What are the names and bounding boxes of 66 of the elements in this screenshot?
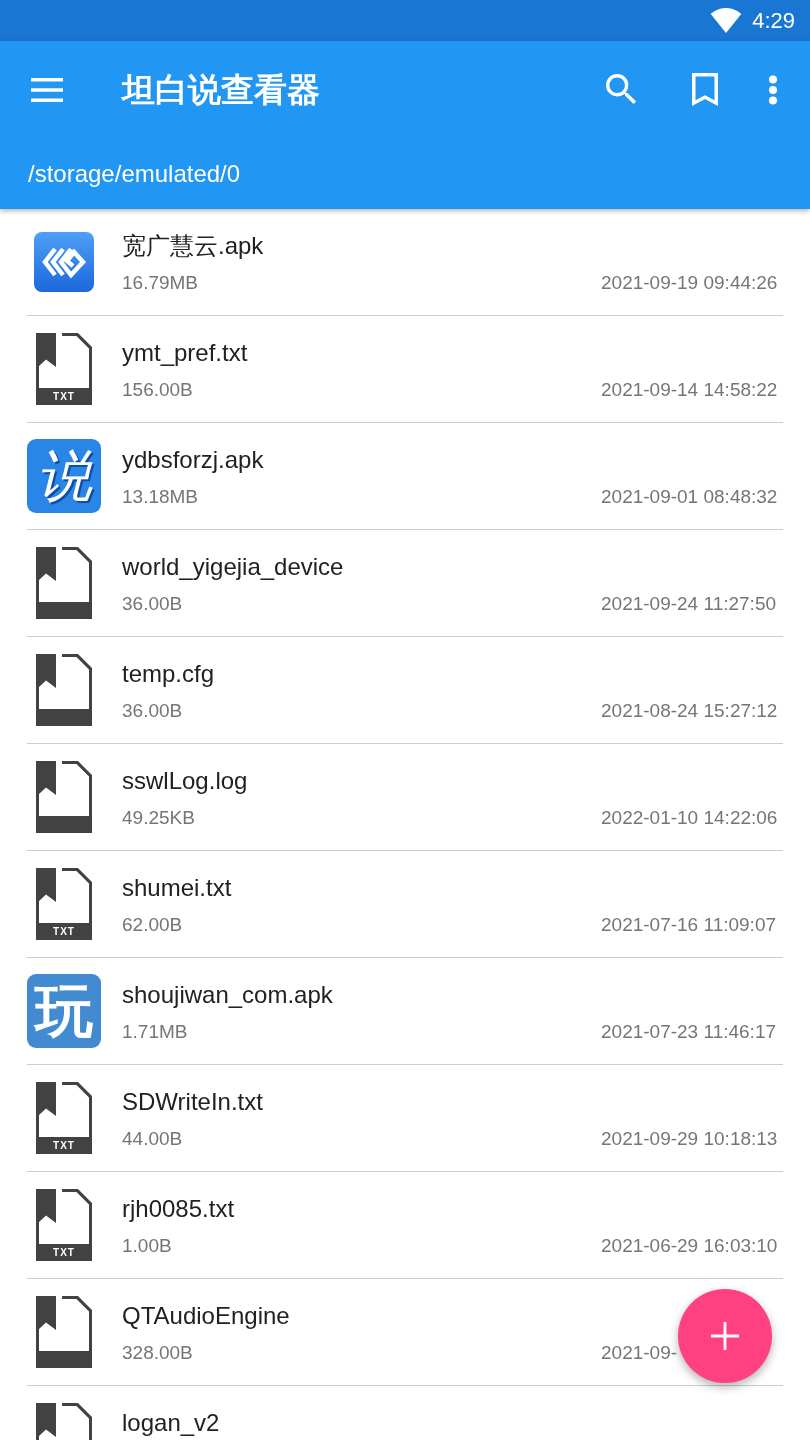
- file-size: 156.00B: [122, 378, 193, 402]
- file-size: 1.71MB: [122, 1020, 188, 1044]
- file-size: 36.00B: [122, 592, 183, 616]
- file-size: 16.79MB: [122, 271, 199, 295]
- file-name: world_yigejia_device: [122, 552, 344, 582]
- plus-icon: [711, 1322, 739, 1350]
- file-type-label: TXT: [53, 1139, 75, 1152]
- file-date: 2022-01-10 14:22:06: [601, 806, 778, 830]
- file-list-item[interactable]: TXT SDWriteIn.txt 44.00B 2021-09-29 10:18:13: [27, 1065, 783, 1172]
- file-size: 49.25KB: [122, 806, 195, 830]
- file-date: 2021-07-23 11:46:17: [601, 1020, 777, 1044]
- file-list-item[interactable]: temp.cfg 36.00B 2021-08-24 15:27:12: [27, 637, 783, 744]
- app-title: 坦白说查看器: [122, 69, 320, 110]
- file-list-item[interactable]: TXT rjh0085.txt 1.00B 2021-06-29 16:03:10: [27, 1172, 783, 1279]
- file-list-item[interactable]: logan_v2: [27, 1386, 783, 1440]
- file-name: shoujiwan_com.apk: [122, 980, 333, 1010]
- file-date: 2021-07-16 11:09:07: [601, 913, 777, 937]
- file-date: 2021-09-24 11:27:50: [601, 592, 777, 616]
- file-type-label: TXT: [53, 925, 75, 938]
- file-list-item[interactable]: world_yigejia_device 36.00B 2021-09-24 11:27:50: [27, 530, 783, 637]
- file-list-item[interactable]: TXT shumei.txt 62.00B 2021-07-16 11:09:07: [27, 851, 783, 958]
- file-icon: [36, 654, 92, 726]
- status-time: 4:29: [752, 7, 795, 34]
- file-name: sswlLog.log: [122, 766, 248, 796]
- search-icon[interactable]: [606, 74, 637, 105]
- bookmark-icon[interactable]: [692, 73, 718, 106]
- file-date: 2021-06-29 16:03:10: [601, 1234, 778, 1258]
- more-options-icon[interactable]: [768, 74, 778, 105]
- app-icon-glyph: 玩: [35, 982, 93, 1040]
- app-icon-glyph: 说: [36, 448, 92, 504]
- file-size: 328.00B: [122, 1341, 193, 1365]
- file-name: shumei.txt: [122, 873, 232, 903]
- file-date: 2021-08-24 15:27:12: [601, 699, 778, 723]
- file-name: QTAudioEngine: [122, 1301, 290, 1331]
- file-date: 2021-09-: [601, 1341, 678, 1365]
- file-size: 1.00B: [122, 1234, 172, 1258]
- file-icon: [36, 547, 92, 619]
- file-list-item[interactable]: 宽广慧云.apk 16.79MB 2021-09-19 09:44:26: [27, 209, 783, 316]
- file-size: 13.18MB: [122, 485, 199, 509]
- file-name: ymt_pref.txt: [122, 338, 248, 368]
- file-date: 2021-09-29 10:18:13: [601, 1127, 778, 1151]
- file-icon: [36, 1296, 92, 1368]
- current-path: /storage/emulated/0: [28, 159, 241, 189]
- add-button[interactable]: [678, 1289, 772, 1383]
- file-size: 44.00B: [122, 1127, 183, 1151]
- file-name: temp.cfg: [122, 659, 215, 689]
- file-name: SDWriteIn.txt: [122, 1087, 263, 1117]
- file-date: 2021-09-01 08:48:32: [601, 485, 778, 509]
- wifi-icon: [710, 8, 743, 33]
- file-name: 宽广慧云.apk: [122, 231, 264, 261]
- file-name: ydbsforzj.apk: [122, 445, 264, 475]
- file-list-item[interactable]: sswlLog.log 49.25KB 2022-01-10 14:22:06: [27, 744, 783, 851]
- file-size: 36.00B: [122, 699, 183, 723]
- file-name: logan_v2: [122, 1408, 220, 1438]
- file-type-label: TXT: [53, 1246, 75, 1259]
- file-type-label: TXT: [53, 390, 75, 403]
- app-logo-icon: [34, 232, 94, 292]
- file-list-item[interactable]: 说 ydbsforzj.apk 13.18MB 2021-09-01 08:48:32: [27, 423, 783, 530]
- file-size: 62.00B: [122, 913, 183, 937]
- file-list-item[interactable]: TXT ymt_pref.txt 156.00B 2021-09-14 14:58:22: [27, 316, 783, 423]
- file-list-item[interactable]: 玩 shoujiwan_com.apk 1.71MB 2021-07-23 11:46:17: [27, 958, 783, 1065]
- file-icon: [36, 761, 92, 833]
- menu-icon[interactable]: [31, 77, 63, 102]
- file-date: 2021-09-19 09:44:26: [601, 271, 778, 295]
- file-name: rjh0085.txt: [122, 1194, 235, 1224]
- file-date: 2021-09-14 14:58:22: [601, 378, 778, 402]
